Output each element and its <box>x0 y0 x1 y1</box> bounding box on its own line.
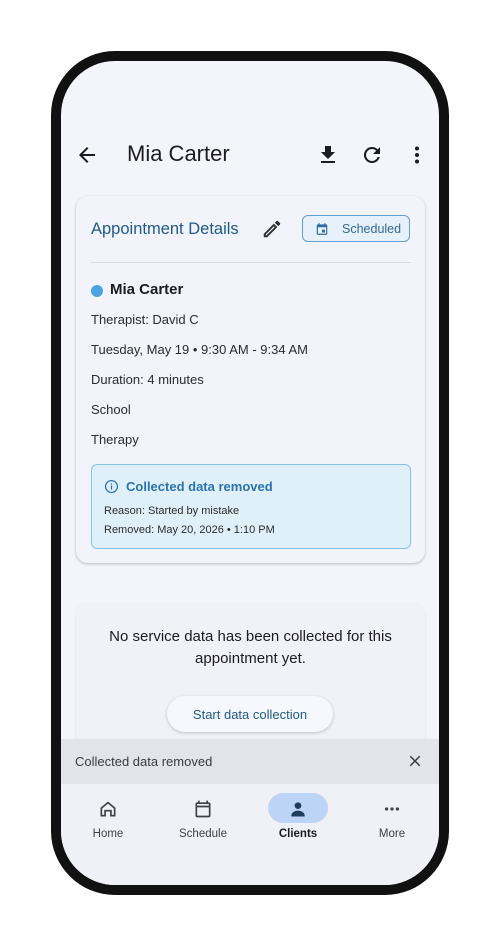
calendar-event-icon <box>316 223 328 235</box>
therapist-text: Therapist: David C <box>91 312 199 327</box>
appointment-details-card: Appointment Details Scheduled Mia Carter… <box>76 196 425 563</box>
more-vert-icon[interactable] <box>405 143 429 167</box>
home-icon <box>100 801 116 817</box>
close-icon[interactable] <box>406 752 424 770</box>
phone-frame: Mia Carter Appointment Details Scheduled… <box>51 51 449 895</box>
divider <box>91 262 411 263</box>
snackbar: Collected data removed <box>61 739 439 784</box>
datetime-text: Tuesday, May 19 • 9:30 AM - 9:34 AM <box>91 342 308 357</box>
nav-label-schedule: Schedule <box>179 828 227 840</box>
location-text: School <box>91 402 131 417</box>
back-arrow-icon[interactable] <box>75 143 99 167</box>
refresh-icon[interactable] <box>360 143 384 167</box>
appointment-details-title: Appointment Details <box>91 220 239 238</box>
calendar-icon <box>195 800 211 818</box>
alert-title: Collected data removed <box>126 479 273 494</box>
edit-pencil-icon[interactable] <box>261 218 283 240</box>
nav-label-more: More <box>378 828 406 840</box>
alert-removed-time: Removed: May 20, 2026 • 1:10 PM <box>104 524 275 536</box>
more-horiz-icon <box>384 807 400 811</box>
nav-item-home[interactable]: Home <box>61 784 155 854</box>
nav-label-home: Home <box>92 828 124 840</box>
person-icon <box>291 802 305 817</box>
status-badge-label: Scheduled <box>342 222 402 236</box>
snackbar-text: Collected data removed <box>75 754 213 769</box>
download-icon[interactable] <box>316 143 340 167</box>
page-title: Mia Carter <box>127 141 230 166</box>
nav-item-clients[interactable]: Clients <box>251 784 345 854</box>
service-text: Therapy <box>91 432 139 447</box>
nav-item-more[interactable]: More <box>345 784 439 854</box>
data-removed-alert: Collected data removed Reason: Started b… <box>91 464 411 549</box>
nav-label-clients: Clients <box>278 828 318 840</box>
status-badge-scheduled[interactable]: Scheduled <box>302 215 410 242</box>
duration-text: Duration: 4 minutes <box>91 372 204 387</box>
app-screen: Mia Carter Appointment Details Scheduled… <box>61 61 439 885</box>
bottom-navigation: Home Schedule Clients More <box>61 784 439 885</box>
nav-item-schedule[interactable]: Schedule <box>156 784 250 854</box>
alert-reason: Reason: Started by mistake <box>104 505 240 517</box>
top-app-bar: Mia Carter <box>61 131 439 179</box>
info-icon <box>104 479 119 494</box>
no-data-message: No service data has been collected for t… <box>109 628 392 667</box>
client-name: Mia Carter <box>110 281 184 298</box>
start-data-collection-button[interactable]: Start data collection <box>167 696 333 732</box>
status-dot <box>91 285 103 297</box>
